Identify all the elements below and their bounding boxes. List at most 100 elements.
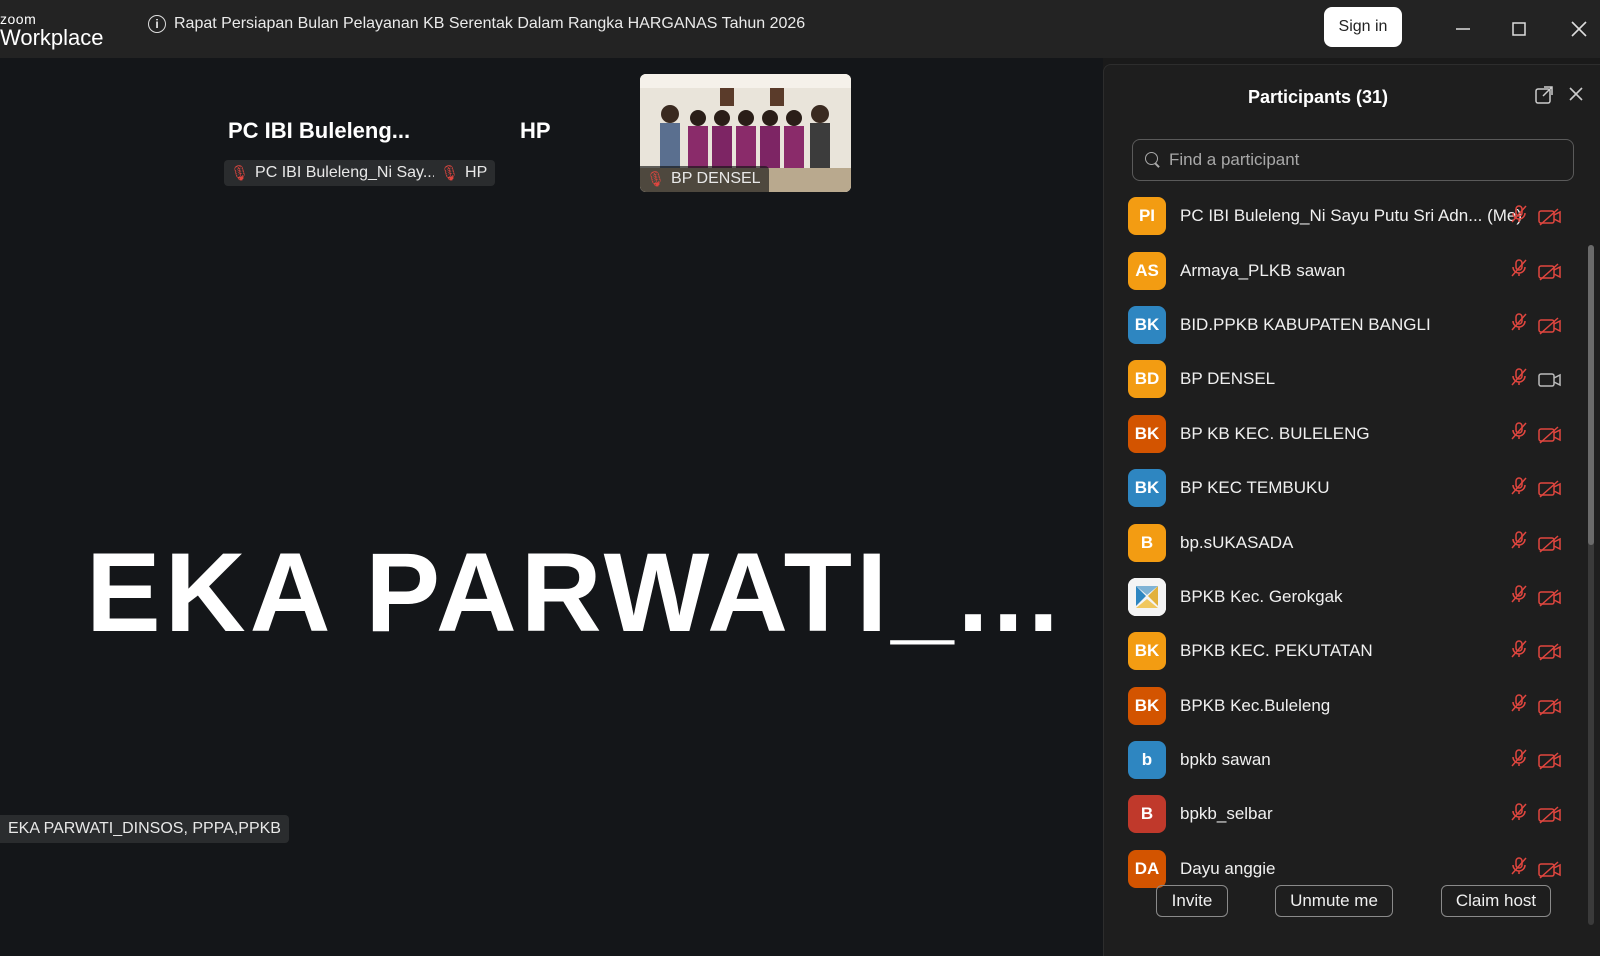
video-off-icon[interactable] <box>1538 752 1562 770</box>
tile-name: BP DENSEL <box>671 170 761 187</box>
participant-row[interactable]: BK BP KEC TEMBUKU <box>1104 461 1584 515</box>
unmute-me-button[interactable]: Unmute me <box>1275 885 1393 917</box>
sign-in-button[interactable]: Sign in <box>1324 7 1402 47</box>
participant-name: BP DENSEL <box>1180 369 1276 389</box>
search-input[interactable] <box>1169 150 1549 170</box>
mic-muted-icon: 🎙︎ <box>440 165 460 182</box>
mic-muted-icon[interactable] <box>1509 367 1529 392</box>
video-off-icon[interactable] <box>1538 426 1562 444</box>
mic-muted-icon[interactable] <box>1509 639 1529 664</box>
pop-out-icon[interactable] <box>1534 85 1556 107</box>
panel-title: Participants (31) <box>1247 87 1389 107</box>
avatar: BK <box>1128 469 1166 508</box>
zoom-workplace-logo: zoom Workplace <box>0 12 104 49</box>
participant-row[interactable]: BK BID.PPKB KABUPATEN BANGLI <box>1104 298 1584 352</box>
participant-name: BP KEC TEMBUKU <box>1180 478 1330 498</box>
participant-row[interactable]: Bbpkb_selbar <box>1104 787 1584 841</box>
participant-name: BP KB KEC. BULELENG <box>1180 423 1370 443</box>
participant-row[interactable]: b bpkb sawan <box>1104 733 1584 787</box>
mic-muted-icon[interactable] <box>1509 856 1529 881</box>
participant-row[interactable]: BPKB Kec. Gerokgak <box>1104 570 1584 624</box>
participant-tile-label: 🎙︎ PC IBI Buleleng_Ni Say... <box>224 160 445 186</box>
logo-small-text: zoom <box>0 11 37 27</box>
video-off-icon[interactable] <box>1538 589 1562 607</box>
maximize-icon[interactable] <box>1502 12 1536 46</box>
participant-search[interactable] <box>1132 139 1574 181</box>
tile-name: HP <box>465 164 488 181</box>
participant-row[interactable]: AS Armaya_PLKB sawan <box>1104 243 1584 297</box>
mic-muted-icon[interactable] <box>1509 258 1529 283</box>
video-off-icon[interactable] <box>1538 861 1562 879</box>
mic-muted-icon[interactable] <box>1509 802 1529 827</box>
logo-big-text: Workplace <box>0 25 104 50</box>
title-bar: zoom Workplace i Rapat Persiapan Bulan P… <box>0 0 1600 58</box>
invite-button[interactable]: Invite <box>1156 885 1228 917</box>
participant-row[interactable]: Bbp.sUKASADA <box>1104 515 1584 569</box>
mic-muted-icon[interactable] <box>1509 476 1529 501</box>
participant-row[interactable]: BK BP KB KEC. BULELENG <box>1104 407 1584 461</box>
video-stage: PC IBI Buleleng... HP 🎙︎ PC IBI Buleleng… <box>0 58 1103 956</box>
meeting-info[interactable]: i Rapat Persiapan Bulan Pelayanan KB Ser… <box>148 15 805 33</box>
participant-name: bpkb_selbar <box>1180 804 1273 824</box>
participant-name: Dayu anggie <box>1180 858 1276 878</box>
panel-footer: Invite Unmute me Claim host <box>1104 885 1600 935</box>
participant-row[interactable]: BK BPKB Kec.Buleleng <box>1104 679 1584 733</box>
mic-muted-icon[interactable] <box>1509 584 1529 609</box>
participant-name: PC IBI Buleleng_Ni Sayu Putu Sri Adn... … <box>1180 206 1523 226</box>
close-panel-icon[interactable] <box>1568 83 1590 105</box>
search-icon <box>1145 152 1161 168</box>
participant-name: Armaya_PLKB sawan <box>1180 260 1346 280</box>
mic-muted-icon[interactable] <box>1509 748 1529 773</box>
participant-name: BPKB KEC. PEKUTATAN <box>1180 641 1373 661</box>
video-off-icon[interactable] <box>1538 698 1562 716</box>
participant-row[interactable]: BD BP DENSEL <box>1104 352 1584 406</box>
avatar: BK <box>1128 414 1166 453</box>
mic-muted-icon: 🎙︎ <box>646 171 666 188</box>
participant-name: bp.sUKASADA <box>1180 532 1294 552</box>
panel-header: Participants (31) <box>1104 65 1600 129</box>
meeting-title: Rapat Persiapan Bulan Pelayanan KB Seren… <box>174 15 806 32</box>
participant-name: BPKB Kec. Gerokgak <box>1180 586 1343 606</box>
mic-muted-icon: 🎙︎ <box>230 165 250 182</box>
participant-tile-label: 🎙︎ BP DENSEL <box>640 166 769 192</box>
avatar: DA <box>1128 849 1166 888</box>
scrollbar[interactable] <box>1588 245 1594 925</box>
claim-host-button[interactable]: Claim host <box>1441 885 1551 917</box>
mic-muted-icon[interactable] <box>1509 312 1529 337</box>
tile-name: PC IBI Buleleng_Ni Say... <box>255 164 437 181</box>
active-speaker-name: EKA PARWATI_... <box>86 530 1063 655</box>
video-off-icon[interactable] <box>1538 317 1562 335</box>
avatar: BK <box>1128 305 1166 344</box>
mic-muted-icon[interactable] <box>1509 204 1529 229</box>
video-off-icon[interactable] <box>1538 208 1562 226</box>
video-off-icon[interactable] <box>1538 534 1562 553</box>
video-off-icon[interactable] <box>1538 806 1562 825</box>
participant-list: PI PC IBI Buleleng_Ni Sayu Putu Sri Adn..… <box>1104 189 1584 896</box>
participant-row[interactable]: BK BPKB KEC. PEKUTATAN <box>1104 624 1584 678</box>
video-off-icon[interactable] <box>1538 480 1562 498</box>
video-off-icon[interactable] <box>1538 263 1562 281</box>
mic-muted-icon[interactable] <box>1509 693 1529 718</box>
mic-muted-icon[interactable] <box>1509 530 1529 555</box>
avatar <box>1128 577 1166 616</box>
participants-panel: Participants (31) PI PC IBI Buleleng_Ni S… <box>1103 64 1600 956</box>
info-icon[interactable]: i <box>148 15 166 33</box>
avatar: BK <box>1128 632 1166 671</box>
avatar: BD <box>1128 360 1166 399</box>
participant-name: BID.PPKB KABUPATEN BANGLI <box>1180 314 1431 334</box>
scroll-thumb[interactable] <box>1588 245 1594 545</box>
minimize-icon[interactable] <box>1446 12 1480 46</box>
participant-tile-label: 🎙︎ HP <box>434 160 496 186</box>
avatar: BK <box>1128 686 1166 725</box>
thumbnail-name: HP <box>520 118 551 143</box>
active-speaker-label: EKA PARWATI_DINSOS, PPPA,PPKB <box>0 815 289 843</box>
avatar: AS <box>1128 251 1166 290</box>
video-off-icon[interactable] <box>1538 643 1562 661</box>
avatar: B <box>1128 523 1166 562</box>
close-icon[interactable] <box>1562 12 1596 46</box>
mic-muted-icon[interactable] <box>1509 421 1529 446</box>
video-on-icon[interactable] <box>1538 371 1562 388</box>
participant-row[interactable]: PI PC IBI Buleleng_Ni Sayu Putu Sri Adn..… <box>1104 189 1584 243</box>
participant-name: BPKB Kec.Buleleng <box>1180 695 1331 715</box>
participant-video-tile[interactable]: 🎙︎ BP DENSEL <box>640 74 851 192</box>
